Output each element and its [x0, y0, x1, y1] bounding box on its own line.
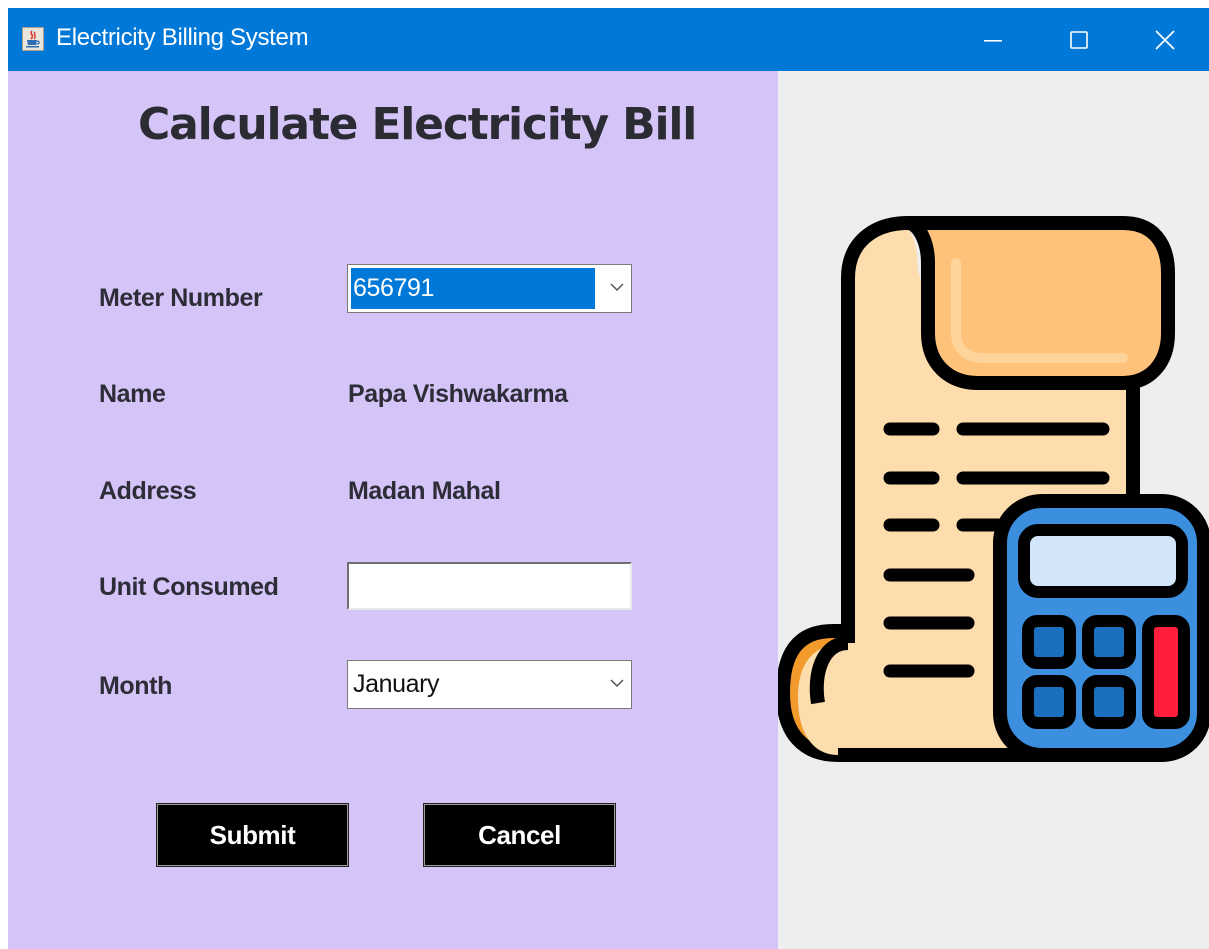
minimize-icon: [984, 39, 1002, 42]
app-window: Electricity Billing System Calculate Ele…: [8, 8, 1209, 949]
unit-consumed-input[interactable]: [347, 562, 632, 610]
address-value: Madan Mahal: [348, 477, 501, 505]
meter-number-dropdown[interactable]: 656791: [347, 264, 632, 313]
close-icon: [1155, 29, 1175, 50]
bill-form-panel: Calculate Electricity Bill Meter Number …: [8, 71, 778, 949]
unit-consumed-label: Unit Consumed: [99, 573, 279, 601]
month-dropdown[interactable]: January: [347, 660, 632, 709]
window-title: Electricity Billing System: [56, 24, 309, 51]
page-title: Calculate Electricity Bill: [138, 99, 697, 150]
month-label: Month: [99, 672, 172, 700]
title-bar[interactable]: Electricity Billing System: [8, 8, 1209, 71]
cancel-button[interactable]: Cancel: [423, 803, 616, 867]
close-button[interactable]: [1136, 8, 1194, 71]
meter-number-value: 656791: [351, 268, 595, 309]
chevron-down-icon: [610, 283, 624, 292]
name-value: Papa Vishwakarma: [348, 380, 568, 408]
month-value: January: [353, 670, 440, 698]
meter-number-label: Meter Number: [99, 284, 263, 312]
maximize-icon: [1070, 30, 1088, 49]
submit-button[interactable]: Submit: [156, 803, 349, 867]
maximize-button[interactable]: [1050, 8, 1108, 71]
chevron-down-icon: [610, 679, 624, 688]
bill-calculator-icon: [778, 216, 1209, 762]
name-label: Name: [99, 380, 166, 408]
java-cup-icon[interactable]: [22, 27, 44, 51]
address-label: Address: [99, 477, 197, 505]
minimize-button[interactable]: [964, 8, 1022, 71]
